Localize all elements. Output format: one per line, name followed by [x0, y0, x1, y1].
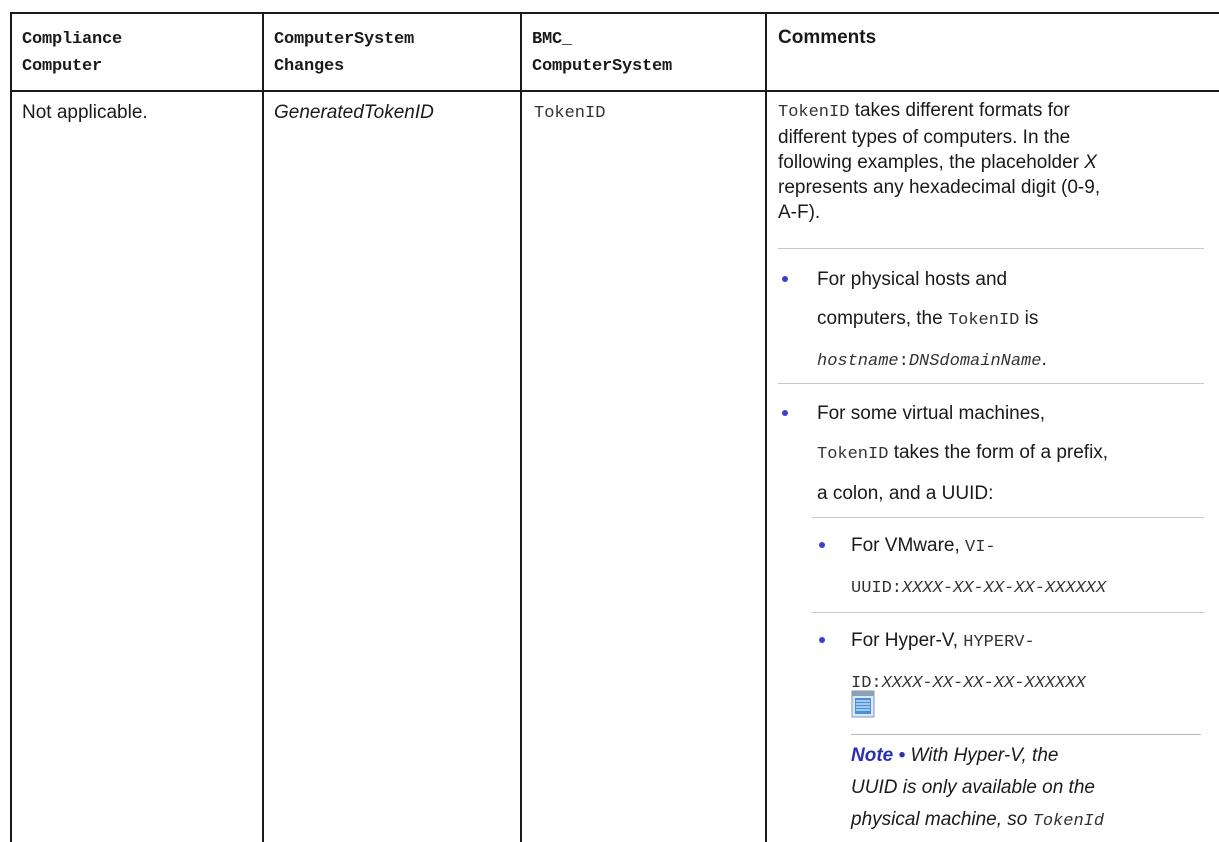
column-divider-3 — [765, 12, 767, 842]
cell-compliance-computer: Not applicable. — [22, 102, 148, 123]
s2-uuid-pattern: XXXX-XX-XX-XX-XXXXXX — [881, 674, 1086, 693]
comments-separator-1 — [778, 248, 1204, 249]
note-bullet: • — [893, 745, 911, 766]
b1-colon: : — [898, 352, 909, 371]
note-line1: With Hyper-V, the — [910, 745, 1059, 766]
header-bmc-computersystem: BMC_ ComputerSystem — [532, 30, 673, 76]
sub-bullet-1-text: For VMware, VI- UUID:XXXX-XX-XX-XX-XXXXX… — [851, 526, 1219, 608]
b1-line2b: is — [1019, 308, 1039, 329]
b1-line2a: computers, the — [817, 308, 948, 329]
sub-bullet-2-marker — [819, 637, 825, 643]
b1-line1: For physical hosts and — [817, 269, 1008, 290]
comments-separator-4 — [812, 612, 1204, 613]
s1-line1: For VMware, — [851, 535, 966, 556]
b1-dnsdomainname: DNSdomainName — [908, 352, 1042, 371]
s1-vi-code: VI- — [965, 538, 996, 557]
note-tokenid-code: TokenId — [1032, 812, 1105, 831]
intro-line5: A-F). — [778, 202, 821, 223]
comments-separator-2 — [778, 383, 1204, 384]
bullet-2-text: For some virtual machines, TokenID takes… — [817, 394, 1197, 513]
b1-period: . — [1041, 349, 1047, 370]
cell-bmc-computersystem: TokenID — [534, 104, 606, 123]
bullet-1-marker — [782, 276, 788, 282]
intro-line4: represents any hexadecimal digit (0-9, — [778, 177, 1101, 198]
b2-line2: takes the form of a prefix, — [888, 442, 1109, 463]
header-comments: Comments — [778, 27, 877, 48]
s1-uuid-pattern: XXXX-XX-XX-XX-XXXXXX — [902, 579, 1107, 598]
bullet-1-text: For physical hosts and computers, the To… — [817, 260, 1197, 381]
sub-bullet-1-marker — [819, 542, 825, 548]
note-separator — [851, 734, 1201, 735]
s1-uuid-code: UUID: — [851, 579, 903, 598]
s2-hyperv-code: HYPERV- — [963, 633, 1035, 652]
intro-line1: takes different formats for — [849, 100, 1070, 121]
b2-line1: For some virtual machines, — [817, 403, 1046, 424]
comments-intro: TokenID takes different formats for diff… — [778, 98, 1183, 225]
sub-bullet-2-text: For Hyper-V, HYPERV- ID:XXXX-XX-XX-XX-XX… — [851, 621, 1211, 703]
note-label: Note — [851, 745, 894, 766]
column-divider-1 — [262, 12, 264, 842]
b2-tokenid-code: TokenID — [817, 445, 889, 464]
intro-tokenid-code: TokenID — [778, 103, 850, 122]
b1-hostname: hostname — [817, 352, 899, 371]
s2-line1: For Hyper-V, — [851, 630, 964, 651]
b2-line3: a colon, and a UUID: — [817, 483, 994, 504]
note-line2: UUID is only available on the — [851, 777, 1095, 798]
cell-computersystem-changes: GeneratedTokenID — [274, 102, 434, 123]
header-computersystem-changes: ComputerSystem Changes — [274, 30, 415, 76]
intro-placeholder-x: X — [1084, 152, 1097, 173]
note-block: Note • With Hyper-V, the UUID is only av… — [851, 740, 1219, 838]
intro-line3: following examples, the placeholder — [778, 152, 1085, 173]
table-top-border — [10, 12, 1219, 14]
bullet-2-marker — [782, 410, 788, 416]
note-line3: physical machine, so — [851, 809, 1033, 830]
header-row-divider — [10, 90, 1219, 92]
header-compliance-computer: Compliance Computer — [22, 30, 123, 76]
comments-separator-3 — [812, 517, 1204, 518]
column-divider-2 — [520, 12, 522, 842]
b1-tokenid-code: TokenID — [947, 311, 1020, 330]
table-border-left — [10, 12, 12, 842]
intro-line2: different types of computers. In the — [778, 127, 1071, 148]
note-icon — [851, 690, 875, 718]
